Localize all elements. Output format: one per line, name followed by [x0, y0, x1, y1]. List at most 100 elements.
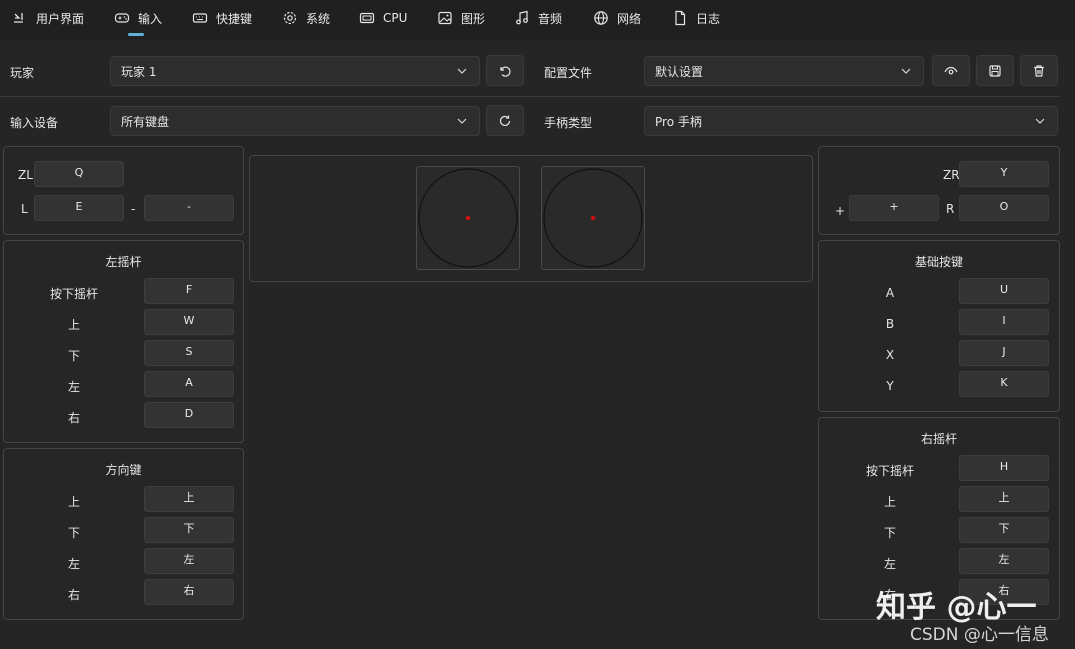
gear-icon — [283, 11, 297, 25]
document-icon — [675, 10, 686, 26]
left-stick-up-key[interactable]: W — [144, 309, 234, 335]
player-select[interactable]: 玩家 1 — [110, 56, 480, 86]
button-x-label: X — [885, 348, 895, 362]
input-device-select[interactable]: 所有键盘 — [110, 106, 480, 136]
zr-key-button[interactable]: Y — [959, 161, 1049, 187]
left-stick-right-label: 右 — [67, 411, 80, 425]
minus-label: - — [131, 202, 136, 216]
refresh-icon — [499, 115, 511, 126]
right-stick-down-label: 下 — [883, 526, 896, 540]
save-profile-button[interactable] — [976, 55, 1014, 86]
right-stick-up-label: 上 — [883, 495, 896, 509]
left-stick-left-label: 左 — [67, 380, 80, 394]
left-shoulder-panel: ZL Q L E - - — [3, 146, 244, 235]
dpad-right-label: 右 — [67, 588, 80, 602]
tab-input[interactable]: 输入 — [114, 0, 162, 36]
button-x-key[interactable]: J — [959, 340, 1049, 366]
chevron-down-icon — [901, 68, 911, 74]
profile-select[interactable]: 默认设置 — [644, 56, 924, 86]
tab-label: 网络 — [617, 11, 642, 26]
right-stick-up-key[interactable]: 上 — [959, 486, 1049, 512]
right-stick-visualizer — [541, 166, 645, 270]
eye-icon — [944, 66, 958, 74]
right-stick-left-key[interactable]: 左 — [959, 548, 1049, 574]
l-key-button[interactable]: E — [34, 195, 124, 221]
l-label: L — [21, 202, 28, 216]
right-stick-dot — [590, 215, 596, 221]
image-icon — [438, 11, 452, 25]
dpad-left-label: 左 — [67, 557, 80, 571]
dpad-right-key[interactable]: 右 — [144, 579, 234, 605]
divider — [0, 96, 1060, 97]
save-icon — [989, 64, 1001, 77]
face-buttons-title: 基础按键 — [914, 255, 963, 269]
left-stick-down-label: 下 — [67, 349, 80, 363]
r-label: R — [946, 202, 955, 216]
view-profile-button[interactable] — [932, 55, 970, 86]
tab-label: 音频 — [538, 11, 563, 26]
tab-network[interactable]: 网络 — [593, 0, 641, 36]
tab-graphics[interactable]: 图形 — [437, 0, 485, 36]
globe-icon — [594, 11, 608, 25]
keyboard-icon — [192, 13, 208, 23]
left-stick-press-key[interactable]: F — [144, 278, 234, 304]
tab-label: 用户界面 — [36, 11, 85, 26]
right-stick-left-label: 左 — [883, 557, 896, 571]
left-stick-title: 左摇杆 — [105, 255, 142, 269]
player-label: 玩家 — [10, 66, 35, 80]
zl-key-button[interactable]: Q — [34, 161, 124, 187]
tab-system[interactable]: 系统 — [282, 0, 330, 36]
tab-audio[interactable]: 音频 — [514, 0, 562, 36]
cpu-icon — [359, 12, 375, 24]
reset-player-button[interactable] — [486, 55, 524, 86]
dpad-down-key[interactable]: 下 — [144, 517, 234, 543]
chevron-down-icon — [457, 118, 467, 124]
tab-label: CPU — [383, 11, 408, 25]
left-stick-panel: 左摇杆 按下摇杆 F 上 W 下 S 左 A 右 D — [3, 240, 244, 443]
active-tab-indicator — [128, 33, 144, 36]
profile-label: 配置文件 — [544, 66, 593, 80]
user-interface-icon — [14, 13, 23, 23]
right-stick-press-key[interactable]: H — [959, 455, 1049, 481]
left-stick-press-label: 按下摇杆 — [49, 287, 98, 301]
dpad-up-key[interactable]: 上 — [144, 486, 234, 512]
trash-icon — [1034, 64, 1044, 77]
player-select-value: 玩家 1 — [121, 64, 157, 79]
chevron-down-icon — [457, 68, 467, 74]
zl-label: ZL — [18, 168, 33, 182]
left-stick-left-key[interactable]: A — [144, 371, 234, 397]
controller-type-select-value: Pro 手柄 — [655, 114, 702, 129]
right-stick-down-key[interactable]: 下 — [959, 517, 1049, 543]
music-icon — [516, 10, 528, 25]
undo-icon — [500, 66, 511, 77]
left-stick-up-label: 上 — [67, 318, 80, 332]
tab-label: 输入 — [138, 11, 163, 26]
top-tab-bar: 用户界面 输入 快捷键 系统 CPU 图形 音频 网络 日志 — [0, 0, 1075, 40]
button-a-key[interactable]: U — [959, 278, 1049, 304]
minus-key-button[interactable]: - — [144, 195, 234, 221]
button-b-key[interactable]: I — [959, 309, 1049, 335]
gamepad-icon — [114, 13, 130, 23]
controller-type-label: 手柄类型 — [544, 116, 593, 130]
button-b-label: B — [885, 317, 895, 331]
tab-log[interactable]: 日志 — [672, 0, 720, 36]
zr-label: ZR — [943, 168, 960, 182]
dpad-left-key[interactable]: 左 — [144, 548, 234, 574]
dpad-up-label: 上 — [67, 495, 80, 509]
dpad-down-label: 下 — [67, 526, 80, 540]
tab-user-interface[interactable]: 用户界面 — [12, 0, 84, 36]
plus-key-button[interactable]: + — [849, 195, 939, 221]
left-stick-right-key[interactable]: D — [144, 402, 234, 428]
tab-label: 系统 — [306, 11, 331, 26]
button-y-key[interactable]: K — [959, 371, 1049, 397]
controller-type-select[interactable]: Pro 手柄 — [644, 106, 1058, 136]
refresh-devices-button[interactable] — [486, 105, 524, 136]
input-device-label: 输入设备 — [10, 116, 59, 130]
tab-cpu[interactable]: CPU — [359, 0, 407, 36]
r-key-button[interactable]: O — [959, 195, 1049, 221]
right-stick-title: 右摇杆 — [920, 432, 957, 446]
left-stick-down-key[interactable]: S — [144, 340, 234, 366]
delete-profile-button[interactable] — [1020, 55, 1058, 86]
right-stick-press-label: 按下摇杆 — [865, 464, 914, 478]
tab-hotkeys[interactable]: 快捷键 — [192, 0, 252, 36]
